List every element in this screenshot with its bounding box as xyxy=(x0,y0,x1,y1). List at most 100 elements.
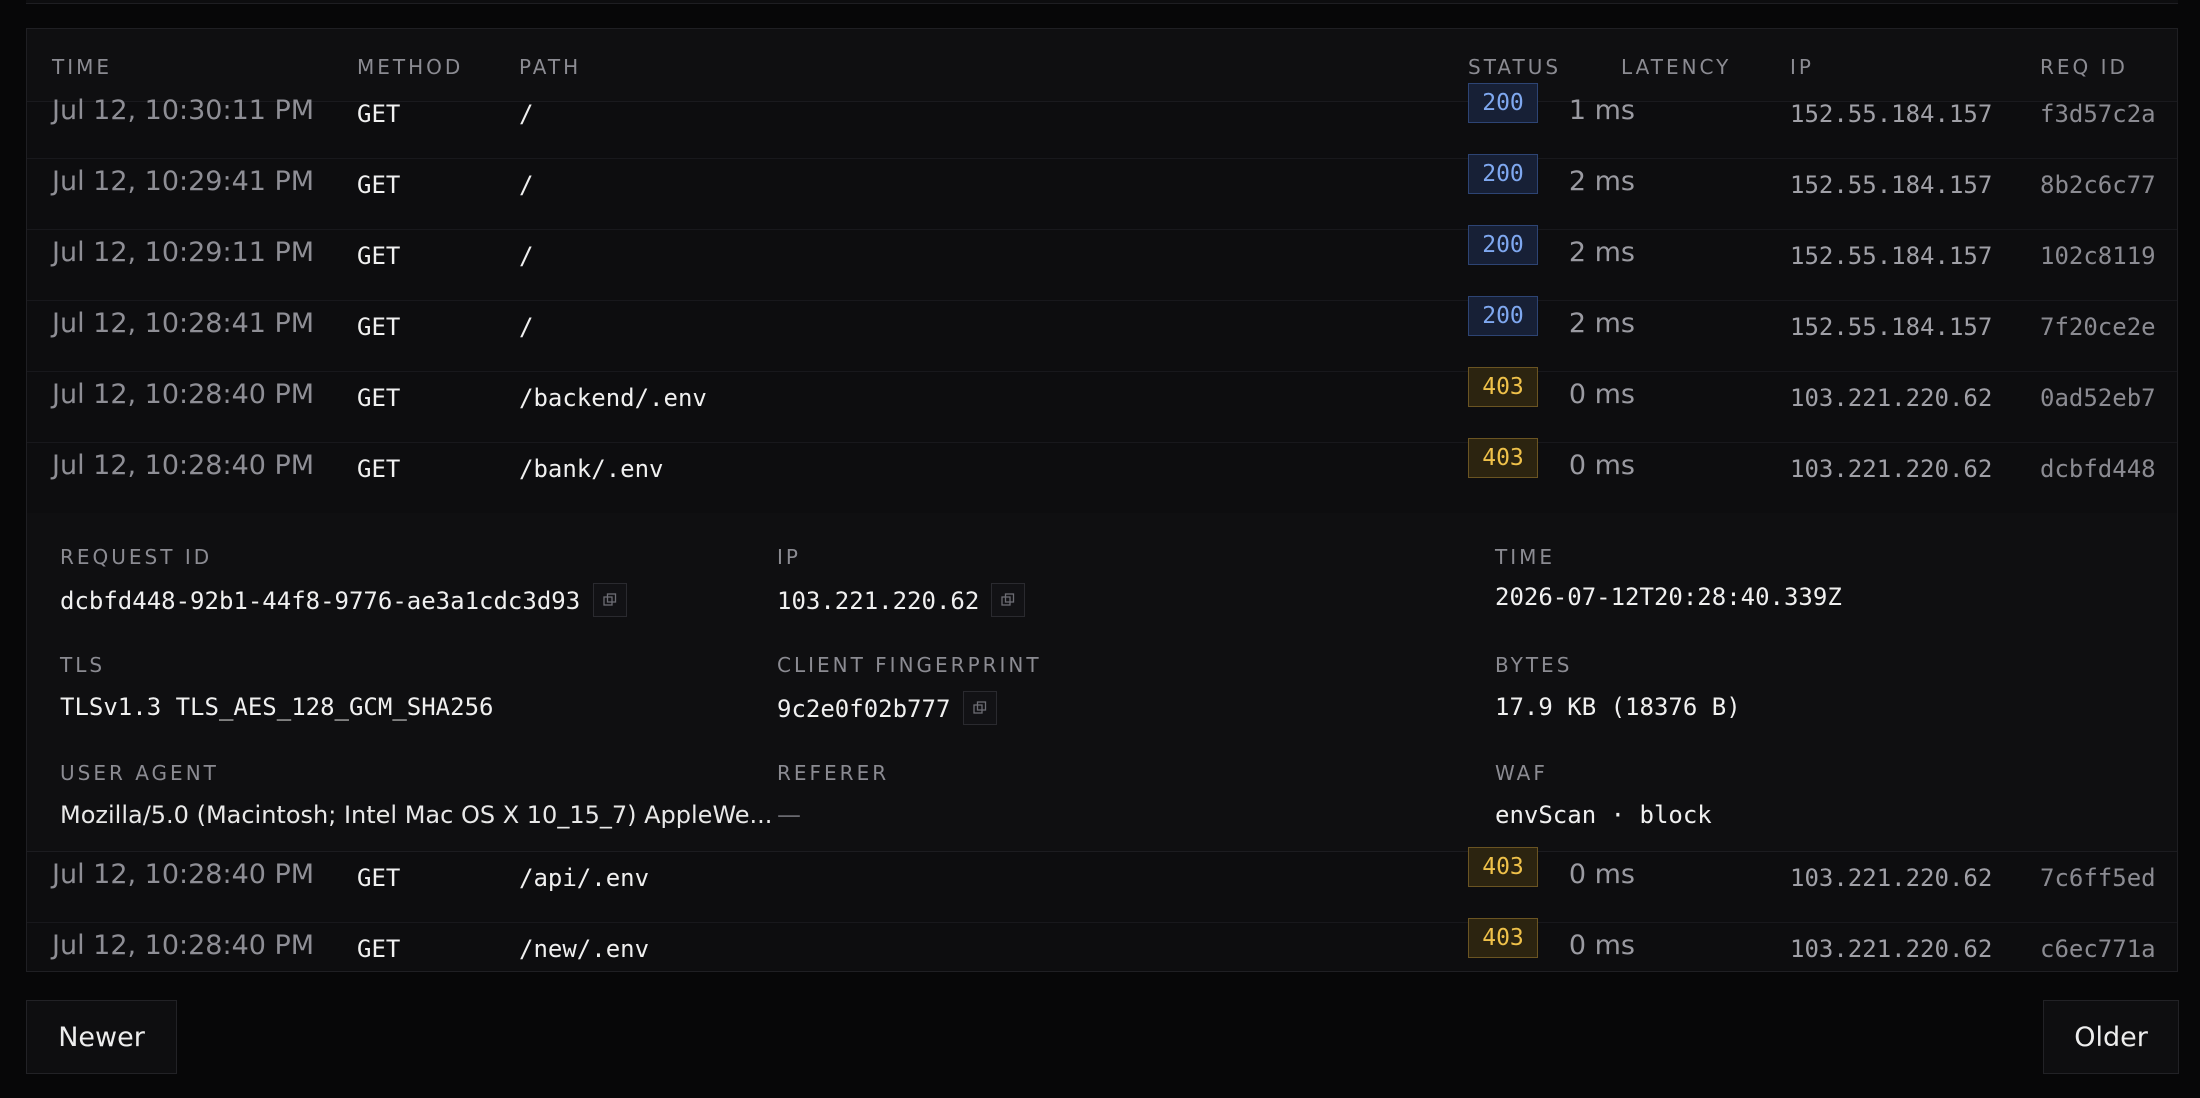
row-ip: 103.221.220.62 xyxy=(1790,864,1993,892)
row-ip: 152.55.184.157 xyxy=(1790,242,1993,270)
row-method: GET xyxy=(357,242,401,270)
row-method: GET xyxy=(357,455,401,483)
table-row[interactable]: Jul 12, 10:28:41 PM GET / 2 ms 152.55.184.15… xyxy=(27,296,2177,372)
row-time: Jul 12, 10:28:41 PM xyxy=(52,308,315,339)
row-latency: 0 ms xyxy=(1568,450,1635,481)
table-row[interactable]: Jul 12, 10:29:11 PM GET / 2 ms 152.55.184.15… xyxy=(27,225,2177,301)
status-badge: 200 xyxy=(1468,225,1538,265)
row-time: Jul 12, 10:28:40 PM xyxy=(52,859,315,890)
table-row[interactable]: Jul 12, 10:29:41 PM GET / 2 ms 152.55.184.15… xyxy=(27,154,2177,230)
row-req-id: 102c8119 xyxy=(2040,242,2156,270)
request-log-table: TIME METHOD PATH STATUS LATENCY IP REQ I… xyxy=(26,28,2178,972)
copy-request-id-button[interactable] xyxy=(593,583,627,617)
status-badge: 200 xyxy=(1468,83,1538,123)
row-ip: 152.55.184.157 xyxy=(1790,100,1993,128)
referer-value: — xyxy=(777,801,801,829)
row-path: / xyxy=(519,242,534,270)
row-path: /api/.env xyxy=(519,864,650,892)
row-time: Jul 12, 10:29:41 PM xyxy=(52,166,315,197)
header-method[interactable]: METHOD xyxy=(357,55,463,79)
row-latency: 0 ms xyxy=(1568,859,1635,890)
ip-value: 103.221.220.62 xyxy=(777,587,980,615)
tls-value: TLSv1.3 TLS_AES_128_GCM_SHA256 xyxy=(60,693,494,721)
newer-button[interactable]: Newer xyxy=(26,1000,177,1074)
table-row[interactable]: Jul 12, 10:28:40 PM GET/bank/.env 0 ms 103.… xyxy=(27,438,2177,514)
row-req-id: dcbfd448 xyxy=(2040,455,2156,483)
status-badge: 403 xyxy=(1468,847,1538,887)
row-req-id: f3d57c2a xyxy=(2040,100,2156,128)
copy-icon xyxy=(973,701,987,714)
row-time: Jul 12, 10:29:11 PM xyxy=(52,237,315,268)
client-fingerprint-value: 9c2e0f02b777 xyxy=(777,695,951,723)
copy-fingerprint-button[interactable] xyxy=(963,691,997,725)
row-method: GET xyxy=(357,171,401,199)
status-badge: 403 xyxy=(1468,367,1538,407)
status-badge: 403 xyxy=(1468,918,1538,958)
top-divider xyxy=(26,0,2178,4)
request-detail-panel: REQUEST ID dcbfd448-92b1-44f8-9776-ae3a1… xyxy=(27,513,2177,852)
row-path: / xyxy=(519,100,534,128)
bytes-label: BYTES xyxy=(1495,653,1573,677)
header-ip[interactable]: IP xyxy=(1790,55,1814,79)
row-req-id: 0ad52eb7 xyxy=(2040,384,2156,412)
time-value: 2026-07-12T20:28:40.339Z xyxy=(1495,583,1842,611)
row-time: Jul 12, 10:28:40 PM xyxy=(52,930,315,961)
waf-value: envScan · block xyxy=(1495,801,1712,829)
table-row[interactable]: Jul 12, 10:28:40 PM GET/new/.env 0 ms 103.2… xyxy=(27,918,2177,971)
row-req-id: 7c6ff5ed xyxy=(2040,864,2156,892)
header-latency[interactable]: LATENCY xyxy=(1621,55,1731,79)
row-latency: 2 ms xyxy=(1568,237,1635,268)
tls-label: TLS xyxy=(60,653,106,677)
row-time: Jul 12, 10:30:11 PM xyxy=(52,95,315,126)
header-status[interactable]: STATUS xyxy=(1468,55,1561,79)
row-time: Jul 12, 10:28:40 PM xyxy=(52,379,315,410)
row-path: /backend/.env xyxy=(519,384,707,412)
row-req-id: 7f20ce2e xyxy=(2040,313,2156,341)
request-id-label: REQUEST ID xyxy=(60,545,213,569)
row-method: GET xyxy=(357,384,401,412)
row-ip: 103.221.220.62 xyxy=(1790,935,1993,963)
row-method: GET xyxy=(357,935,401,963)
row-path: /bank/.env xyxy=(519,455,664,483)
row-path: /new/.env xyxy=(519,935,650,963)
older-button[interactable]: Older xyxy=(2043,1000,2179,1074)
row-path: / xyxy=(519,313,534,341)
waf-label: WAF xyxy=(1495,761,1548,785)
ip-label: IP xyxy=(777,545,801,569)
row-latency: 0 ms xyxy=(1568,930,1635,961)
client-fingerprint-label: CLIENT FINGERPRINT xyxy=(777,653,1042,677)
row-method: GET xyxy=(357,864,401,892)
time-label: TIME xyxy=(1495,545,1556,569)
header-path[interactable]: PATH xyxy=(519,55,581,79)
row-req-id: 8b2c6c77 xyxy=(2040,171,2156,199)
referer-label: REFERER xyxy=(777,761,890,785)
row-latency: 0 ms xyxy=(1568,379,1635,410)
user-agent-label: USER AGENT xyxy=(60,761,219,785)
request-id-value: dcbfd448-92b1-44f8-9776-ae3a1cdc3d93 xyxy=(60,587,581,615)
row-ip: 103.221.220.62 xyxy=(1790,455,1993,483)
user-agent-value: Mozilla/5.0 (Macintosh; Intel Mac OS X 1… xyxy=(60,801,773,829)
row-req-id: c6ec771a xyxy=(2040,935,2156,963)
header-time[interactable]: TIME xyxy=(52,55,112,79)
table-row[interactable]: Jul 12, 10:28:40 PM GET/api/.env 0 ms 103.2… xyxy=(27,847,2177,923)
copy-icon xyxy=(603,593,617,606)
row-ip: 103.221.220.62 xyxy=(1790,384,1993,412)
row-ip: 152.55.184.157 xyxy=(1790,171,1993,199)
row-path: / xyxy=(519,171,534,199)
row-time: Jul 12, 10:28:40 PM xyxy=(52,450,315,481)
row-latency: 2 ms xyxy=(1568,166,1635,197)
header-req-id[interactable]: REQ ID xyxy=(2040,55,2128,79)
row-latency: 1 ms xyxy=(1568,95,1635,126)
copy-ip-button[interactable] xyxy=(991,583,1025,617)
row-ip: 152.55.184.157 xyxy=(1790,313,1993,341)
status-badge: 200 xyxy=(1468,296,1538,336)
table-row[interactable]: Jul 12, 10:30:11 PM GET / 1 ms 152.55.184.15… xyxy=(27,83,2177,159)
bytes-value: 17.9 KB (18376 B) xyxy=(1495,693,1741,721)
row-method: GET xyxy=(357,100,401,128)
row-latency: 2 ms xyxy=(1568,308,1635,339)
status-badge: 403 xyxy=(1468,438,1538,478)
status-badge: 200 xyxy=(1468,154,1538,194)
table-row[interactable]: Jul 12, 10:28:40 PM GET/backend/.env 0 ms 1… xyxy=(27,367,2177,443)
row-method: GET xyxy=(357,313,401,341)
copy-icon xyxy=(1001,593,1015,606)
